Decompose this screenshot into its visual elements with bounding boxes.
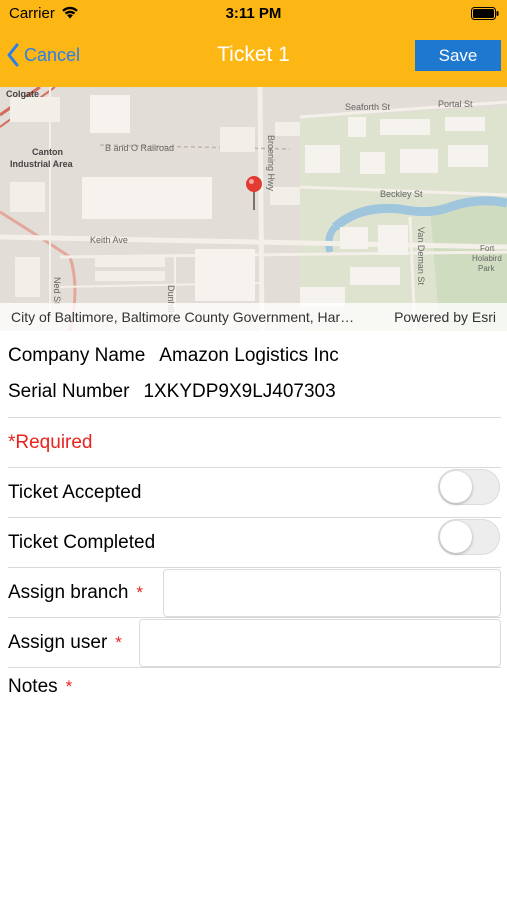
divider bbox=[8, 517, 501, 518]
map-view[interactable]: Colgate Seaforth St Portal St B and O Ra… bbox=[0, 87, 507, 331]
map-label: Portal St bbox=[438, 99, 473, 109]
powered-by-esri[interactable]: Powered by Esri bbox=[394, 309, 496, 325]
required-star: * bbox=[115, 633, 122, 652]
company-name-value: Amazon Logistics Inc bbox=[159, 345, 339, 366]
map-label: Industrial Area bbox=[10, 159, 73, 169]
ticket-completed-toggle[interactable] bbox=[438, 519, 500, 555]
save-button[interactable]: Save bbox=[415, 40, 501, 71]
cancel-button[interactable]: Cancel bbox=[6, 42, 80, 68]
assign-branch-input[interactable] bbox=[163, 569, 501, 617]
map-label: Broening Hwy bbox=[266, 135, 276, 192]
map-label: Holabird bbox=[472, 254, 502, 263]
battery-icon bbox=[471, 7, 499, 20]
header-bar: Carrier 3:11 PM Cancel Ticket 1 Save bbox=[0, 0, 507, 87]
serial-number-label: Serial Number bbox=[8, 381, 130, 402]
divider bbox=[8, 567, 501, 568]
map-label: Van Deman St bbox=[416, 227, 426, 285]
divider bbox=[8, 617, 501, 618]
map-attribution: City of Baltimore, Baltimore County Gove… bbox=[0, 303, 507, 331]
company-name-label: Company Name bbox=[8, 345, 146, 366]
notes-row: Notes * bbox=[8, 676, 72, 698]
notes-label: Notes bbox=[8, 676, 58, 697]
map-label: Fort bbox=[480, 244, 495, 253]
toggle-knob bbox=[440, 521, 472, 553]
toggle-knob bbox=[440, 471, 472, 503]
status-time: 3:11 PM bbox=[225, 5, 282, 22]
divider bbox=[8, 467, 501, 468]
serial-number-value: 1XKYDP9X9LJ407303 bbox=[143, 381, 336, 402]
assign-branch-label: Assign branch bbox=[8, 582, 129, 603]
required-star: * bbox=[65, 677, 73, 696]
map-label: Park bbox=[478, 264, 495, 273]
ticket-accepted-toggle[interactable] bbox=[438, 469, 500, 505]
assign-branch-row: Assign branch * bbox=[8, 582, 143, 604]
divider bbox=[8, 667, 501, 668]
assign-user-label: Assign user bbox=[8, 632, 108, 653]
map-label: Seaforth St bbox=[345, 102, 391, 112]
map-label: Keith Ave bbox=[90, 235, 128, 245]
required-note: *Required bbox=[8, 432, 93, 453]
map-pin-icon[interactable] bbox=[244, 175, 264, 211]
serial-number-row: Serial Number 1XKYDP9X9LJ407303 bbox=[8, 381, 336, 403]
ticket-accepted-label: Ticket Accepted bbox=[8, 482, 142, 503]
attribution-text[interactable]: City of Baltimore, Baltimore County Gove… bbox=[11, 309, 354, 325]
cancel-label: Cancel bbox=[24, 44, 81, 65]
map-label: Ned St bbox=[52, 277, 62, 305]
assign-user-row: Assign user * bbox=[8, 632, 122, 654]
chevron-left-icon bbox=[7, 43, 19, 67]
map-label: B and O Railroad bbox=[105, 143, 175, 153]
map-label: Colgate bbox=[6, 89, 40, 99]
map-label: Canton bbox=[32, 147, 63, 157]
assign-user-input[interactable] bbox=[139, 619, 501, 667]
divider bbox=[8, 417, 501, 418]
ticket-completed-label: Ticket Completed bbox=[8, 532, 156, 553]
map-label: Beckley St bbox=[380, 189, 423, 199]
required-star: * bbox=[136, 583, 144, 602]
company-name-row: Company Name Amazon Logistics Inc bbox=[8, 345, 339, 367]
